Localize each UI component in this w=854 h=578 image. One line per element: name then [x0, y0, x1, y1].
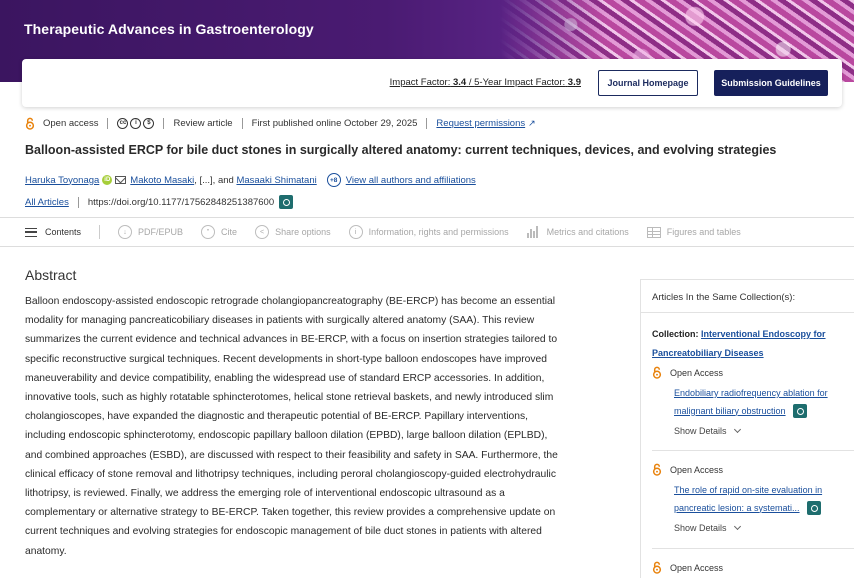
figures-tables-button[interactable]: Figures and tables — [646, 226, 741, 238]
open-access-icon — [25, 117, 35, 130]
list-item: Open Access The role of rapid on-site ev… — [652, 463, 852, 533]
info-icon: i — [348, 225, 363, 239]
related-article-link[interactable]: The role of rapid on-site evaluation in … — [674, 485, 822, 513]
creative-commons-icons[interactable]: cc i $ — [117, 117, 155, 129]
journal-title[interactable]: Therapeutic Advances in Gastroenterology — [24, 21, 314, 37]
pdf-epub-button[interactable]: ↓ PDF/EPUB — [118, 225, 183, 239]
author-link[interactable]: Haruka Toyonaga — [25, 175, 99, 186]
orcid-icon[interactable]: iD — [102, 175, 113, 185]
view-all-authors-link[interactable]: View all authors and affiliations — [346, 175, 476, 186]
journal-homepage-button[interactable]: Journal Homepage — [598, 70, 698, 96]
article-title: Balloon-assisted ERCP for bile duct ston… — [25, 143, 777, 157]
doi-text[interactable]: https://doi.org/10.1177/1756284825138760… — [88, 197, 274, 208]
menu-icon — [25, 227, 37, 237]
abstract-text: Balloon endoscopy-assisted endoscopic re… — [25, 296, 558, 557]
publication-date: First published online October 29, 2025 — [251, 117, 418, 129]
by-icon: i — [130, 117, 142, 129]
crossmark-icon[interactable] — [793, 404, 808, 419]
chevron-down-icon — [733, 522, 741, 531]
article-toolbar: Contents ↓ PDF/EPUB ” Cite < Share optio… — [25, 222, 759, 242]
article-type: Review article — [173, 117, 233, 129]
share-icon: < — [255, 225, 270, 239]
open-access-icon — [652, 561, 662, 574]
author-link[interactable]: Makoto Masaki — [130, 175, 194, 186]
bar-chart-icon — [526, 226, 541, 238]
list-item: Open Access Endobiliary radiofrequency a… — [652, 366, 852, 436]
doi-row: All Articles https://doi.org/10.1177/175… — [25, 195, 294, 209]
open-access-icon — [652, 463, 662, 476]
crossmark-icon[interactable] — [807, 501, 822, 516]
share-options-button[interactable]: < Share options — [255, 225, 331, 239]
nc-icon: $ — [143, 117, 155, 129]
show-details-toggle[interactable]: Show Details — [674, 425, 852, 436]
quote-icon: ” — [201, 225, 216, 239]
request-permissions-link[interactable]: Request permissions — [436, 118, 525, 129]
journal-metrics-card: Impact Factor: 3.4 / 5-Year Impact Facto… — [22, 59, 842, 107]
cc-icon: cc — [117, 117, 129, 129]
collection-line: Collection: Interventional Endoscopy for… — [652, 329, 826, 358]
author-list: Haruka Toyonaga iD Makoto Masaki , [...]… — [25, 173, 476, 187]
related-articles-sidebar: Articles In the Same Collection(s): Coll… — [640, 279, 854, 578]
impact-factor-link[interactable]: Impact Factor: 3.4 / 5-Year Impact Facto… — [390, 77, 581, 88]
chevron-down-icon — [733, 425, 741, 434]
information-button[interactable]: i Information, rights and permissions — [348, 225, 509, 239]
article-meta-row: Open access cc i $ Review article First … — [25, 115, 536, 131]
open-access-label: Open access — [43, 117, 99, 129]
authors-ellipsis: [...] — [199, 174, 213, 186]
mail-icon[interactable] — [115, 176, 127, 184]
download-icon: ↓ — [118, 225, 133, 239]
submission-guidelines-button[interactable]: Submission Guidelines — [714, 70, 828, 96]
show-details-toggle[interactable]: Show Details — [674, 522, 852, 533]
crossmark-icon[interactable] — [279, 195, 294, 209]
external-link-icon: ↗ — [528, 117, 536, 128]
author-link[interactable]: Masaaki Shimatani — [236, 175, 316, 186]
sidebar-heading: Articles In the Same Collection(s): — [652, 292, 796, 303]
abstract-heading: Abstract — [25, 267, 77, 283]
open-access-icon — [652, 366, 662, 379]
cite-button[interactable]: ” Cite — [201, 225, 237, 239]
more-authors-badge[interactable]: +8 — [326, 173, 341, 187]
list-item: Open Access — [652, 561, 852, 574]
contents-button[interactable]: Contents — [25, 227, 81, 237]
all-articles-link[interactable]: All Articles — [25, 197, 69, 208]
table-icon — [646, 226, 661, 238]
metrics-button[interactable]: Metrics and citations — [526, 226, 629, 238]
